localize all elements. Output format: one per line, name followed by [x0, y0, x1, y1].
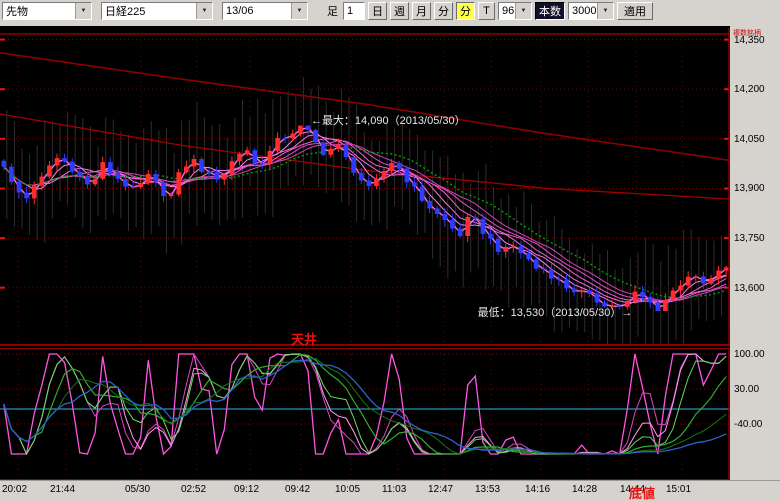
price-axis-label: 13,600 [734, 283, 765, 294]
history-count-spinner[interactable]: 3000 ▼ [568, 2, 614, 20]
price-axis: 14,35014,20014,05013,90013,75013,600100.… [730, 26, 780, 480]
time-axis-label: 21:44 [50, 484, 75, 495]
apply-button[interactable]: 適用 [617, 2, 653, 20]
ceiling-annotation: 天井 [291, 329, 317, 348]
time-axis-label: 05/30 [125, 484, 150, 495]
contract-month-select[interactable]: 13/06 ▼ [222, 2, 308, 20]
bar-count-spinner[interactable]: 96 ▼ [498, 2, 532, 20]
time-axis-label: 09:12 [234, 484, 259, 495]
time-axis: 20:02 21:44 05/30 02:52 09:12 09:42 10:05 11:03… [0, 480, 780, 500]
period-month-button[interactable]: 月 [412, 2, 431, 20]
time-axis-label: 10:05 [335, 484, 360, 495]
bar-type-label: 足 [325, 3, 340, 19]
instrument-type-select[interactable]: 先物 ▼ [2, 2, 92, 20]
main-price-chart[interactable] [0, 28, 730, 344]
chevron-down-icon[interactable]: ▼ [75, 3, 91, 19]
tick-mode-button[interactable]: T [478, 2, 495, 20]
price-axis-label: 13,900 [734, 183, 765, 194]
max-annotation: ←最大：14,090（2013/05/30） [311, 112, 466, 128]
history-count-value: 3000 [569, 5, 597, 17]
time-axis-label: 13:53 [475, 484, 500, 495]
trading-chart-window: { "toolbar": { "instrument_type": "先物", … [0, 0, 780, 500]
min-annotation: 最低：13,530（2013/05/30）→ [478, 304, 633, 320]
oscillator-chart[interactable] [0, 349, 730, 479]
time-axis-label: 14:16 [525, 484, 550, 495]
chevron-down-icon[interactable]: ▼ [291, 3, 307, 19]
interval-value: 1 [344, 5, 364, 17]
time-axis-label: 12:47 [428, 484, 453, 495]
time-axis-label: 11:03 [382, 484, 406, 495]
contract-month-value: 13/06 [223, 5, 291, 17]
time-axis-label: 15:01 [666, 484, 691, 495]
oscillator-axis-label: 30.00 [734, 384, 759, 395]
price-axis-label: 14,050 [734, 134, 765, 145]
price-axis-label: 13,750 [734, 233, 765, 244]
price-axis-label: 14,200 [734, 84, 765, 95]
period-day-button[interactable]: 日 [368, 2, 387, 20]
time-axis-label: 14:28 [572, 484, 597, 495]
period-minute-button[interactable]: 分 [434, 2, 453, 20]
time-axis-label: 09:42 [285, 484, 310, 495]
time-axis-label: 02:52 [181, 484, 206, 495]
bar-count-toggle[interactable]: 本数 [535, 2, 565, 20]
bottom-annotation: 底値 [629, 483, 655, 502]
chevron-down-icon[interactable]: ▼ [597, 3, 613, 19]
toolbar: 先物 ▼ 日経225 ▼ 13/06 ▼ 足 1 日 週 月 分 分 T 96 … [0, 0, 780, 22]
period-week-button[interactable]: 週 [390, 2, 409, 20]
selected-period-button[interactable]: 分 [456, 2, 475, 20]
multi-symbol-note: 複数銘柄 [733, 28, 761, 38]
time-axis-label: 20:02 [2, 484, 27, 495]
symbol-value: 日経225 [102, 3, 196, 19]
chevron-down-icon[interactable]: ▼ [515, 3, 531, 19]
bar-count-value: 96 [499, 5, 515, 17]
instrument-type-value: 先物 [3, 3, 75, 19]
chevron-down-icon[interactable]: ▼ [196, 3, 212, 19]
oscillator-axis-label: -40.00 [734, 419, 762, 430]
symbol-select[interactable]: 日経225 ▼ [101, 2, 213, 20]
oscillator-axis-label: 100.00 [734, 349, 765, 360]
interval-input[interactable]: 1 [343, 2, 365, 20]
